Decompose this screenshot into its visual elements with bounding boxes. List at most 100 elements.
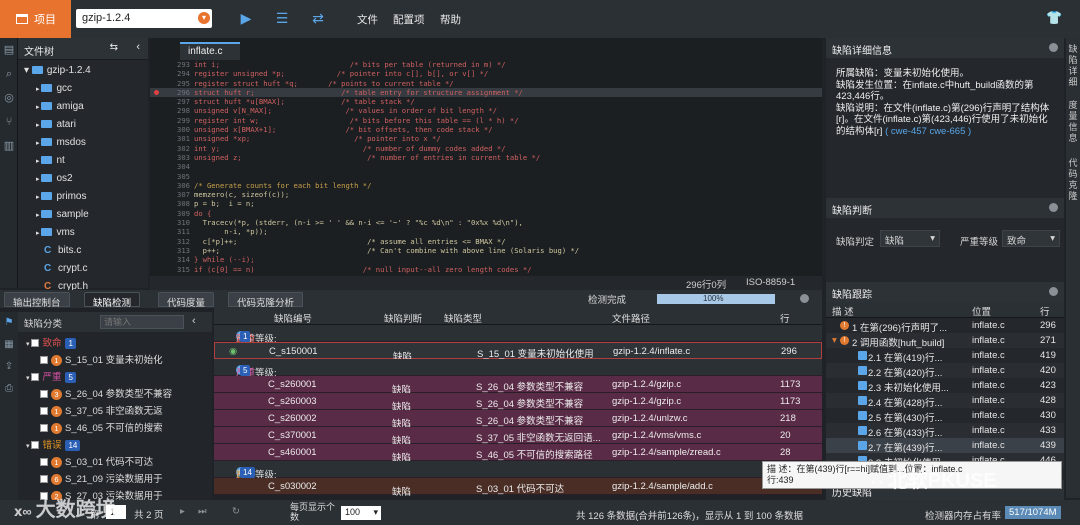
cwe-links[interactable]: ( cwe-457 cwe-665 ) (885, 126, 971, 137)
search-icon[interactable]: ⌕ (0, 62, 18, 86)
project-select[interactable]: gzip-1.2.4 ▾ (76, 9, 212, 28)
category-item[interactable]: 1 S_15_01 变量未初始化 (18, 352, 212, 369)
minimize-icon[interactable] (1049, 203, 1058, 212)
tree-item[interactable]: ▾ gzip-1.2.4 (18, 62, 148, 80)
run-icon[interactable]: ▶ (238, 10, 254, 26)
category-item[interactable]: 6 S_21_09 污染数据用于 (18, 471, 212, 488)
track-row[interactable]: ▾! 2 调用函数[huft_build] inflate.c 271 (826, 333, 1064, 349)
level-select[interactable]: 致命 ▾ (1002, 230, 1060, 247)
category-group[interactable]: ▾ 错误 14 (18, 437, 212, 454)
table-row[interactable]: C_s030002 缺陷 ⌄ S_03_01 代码不可达 gzip-1.2.4/sam… (214, 478, 822, 498)
track-row[interactable]: 2.1 在第(419)行... inflate.c 419 (826, 348, 1064, 364)
compare-icon[interactable]: ⇄ (310, 10, 326, 26)
track-row[interactable]: 2.7 在第(439)行... inflate.c 439 (826, 438, 1064, 454)
category-side-icons: ⚑ ▦ ⇪ ⎙ (0, 312, 18, 500)
tree-item[interactable]: ▸ msdos (18, 134, 148, 152)
checkbox[interactable] (40, 475, 48, 484)
print-icon[interactable]: ⎙ (0, 378, 18, 400)
track-row[interactable]: 2.2 在第(420)行... inflate.c 420 (826, 363, 1064, 379)
chevron-left-icon[interactable]: ‹ (136, 41, 140, 53)
track-row[interactable]: 2.4 在第(428)行... inflate.c 428 (826, 393, 1064, 409)
checkbox[interactable] (40, 424, 48, 433)
track-row[interactable]: 2.5 在第(430)行... inflate.c 430 (826, 408, 1064, 424)
export-icon[interactable]: ⇪ (0, 356, 18, 378)
table-row[interactable]: C_s260001 缺陷 ⌄ S_26_04 参数类型不兼容 gzip-1.2.4/g… (214, 376, 822, 396)
checkbox[interactable] (31, 339, 40, 348)
track-row[interactable]: 2.6 在第(433)行... inflate.c 433 (826, 423, 1064, 439)
minimize-icon[interactable] (1049, 287, 1058, 296)
col-path[interactable]: 文件路径 (612, 311, 650, 325)
alert-icon: ! (840, 321, 849, 330)
next-page-icon[interactable]: ▸ (180, 506, 185, 517)
tree-item[interactable]: ▸ nt (18, 152, 148, 170)
branch-icon[interactable]: ⑂ (0, 110, 18, 134)
table-row[interactable]: C_s460001 缺陷 ⌄ S_46_05 不可信的搜索路径 gzip-1.2.4/… (214, 444, 822, 464)
tree-item[interactable]: ▸ os2 (18, 170, 148, 188)
category-item[interactable]: 3 S_26_04 参数类型不兼容 (18, 386, 212, 403)
table-row[interactable]: C_s260003 缺陷 ⌄ S_26_04 参数类型不兼容 gzip-1.2.4/g… (214, 393, 822, 413)
refresh-icon[interactable]: ↻ (232, 506, 240, 517)
checkbox[interactable] (31, 441, 40, 450)
judge-select[interactable]: 缺陷 ▾ (880, 230, 940, 247)
tab-clone[interactable]: 代码克隆分析 (228, 292, 304, 309)
table-row[interactable]: C_s260002 缺陷 ⌄ S_26_04 参数类型不兼容 gzip-1.2.4/u… (214, 410, 822, 430)
tab-inflate-c[interactable]: inflate.c (180, 42, 240, 60)
defect-icon[interactable]: ⚑ (0, 312, 18, 334)
tree-item[interactable]: ▸ sample (18, 206, 148, 224)
col-judge[interactable]: 缺陷判断 (384, 311, 422, 325)
minimize-icon[interactable] (800, 294, 809, 303)
collapse-all-icon[interactable]: ⇆ (110, 42, 118, 53)
target-icon[interactable]: ◎ (0, 86, 18, 110)
menu-file[interactable]: 文件 (357, 12, 378, 27)
last-page-icon[interactable]: ⏭ (198, 506, 207, 517)
track-row[interactable]: 2.3 未初始化使用... inflate.c 423 (826, 378, 1064, 394)
severity-group-row[interactable]: ▾严重等级: 错误14 (214, 461, 822, 481)
code-area[interactable]: 293 int i; /* bits per table (returned in… (150, 60, 822, 288)
watermark-left-text: 大数跨境 (35, 499, 116, 521)
side-tab-metric[interactable]: 度量信息 (1066, 100, 1080, 150)
breakpoint-icon[interactable] (154, 89, 159, 95)
side-tab-detail[interactable]: 缺陷详细 (1066, 44, 1080, 94)
severity-group-row[interactable]: ▾严重等级: 致命1 (214, 325, 822, 345)
shirt-icon[interactable]: 👕 (1046, 10, 1062, 26)
severity-group-row[interactable]: ▾严重等级: 严重5 (214, 359, 822, 379)
per-page-select[interactable]: 100 ▾ (341, 506, 381, 520)
list-icon[interactable]: ☰ (274, 10, 290, 26)
chart-icon[interactable]: ▥ (0, 134, 18, 158)
tree-item[interactable]: ▸ atari (18, 116, 148, 134)
menu-config[interactable]: 配置项 (393, 12, 425, 27)
tree-item[interactable]: Ccrypt.c (18, 260, 148, 278)
checkbox[interactable] (31, 373, 40, 382)
tree-item[interactable]: Cbits.c (18, 242, 148, 260)
col-id[interactable]: 缺陷编号 (274, 311, 312, 325)
track-row[interactable]: ! 1 在第(296)行声明了... inflate.c 296 (826, 318, 1064, 334)
category-item[interactable]: 1 S_46_05 不可信的搜索 (18, 420, 212, 437)
col-line[interactable]: 行 (780, 311, 790, 325)
project-menu[interactable]: 项目 (0, 0, 71, 38)
category-item[interactable]: 1 S_37_05 非空函数无返 (18, 403, 212, 420)
tree-item[interactable]: ▸ gcc (18, 80, 148, 98)
tab-metric[interactable]: 代码度量 (158, 292, 215, 309)
tree-item[interactable]: ▸ vms (18, 224, 148, 242)
files-icon[interactable]: ▤ (0, 38, 18, 62)
tab-console[interactable]: 输出控制台 (4, 292, 70, 309)
minimize-icon[interactable] (1049, 43, 1058, 52)
checkbox[interactable] (40, 390, 48, 399)
category-group[interactable]: ▾ 严重 5 (18, 369, 212, 386)
checkbox[interactable] (40, 356, 48, 365)
table-row[interactable]: ◉ C_s150001 缺陷 ⌄ S_15_01 变量未初始化使用 gzip-1.2.4… (214, 342, 822, 363)
tab-defect-detect[interactable]: 缺陷检测 (84, 292, 141, 309)
checkbox[interactable] (40, 458, 48, 467)
chevron-left-icon[interactable]: ‹ (192, 315, 196, 327)
category-item[interactable]: 1 S_03_01 代码不可达 (18, 454, 212, 471)
category-group[interactable]: ▾ 致命 1 (18, 335, 212, 352)
category-search-input[interactable] (100, 315, 184, 329)
menu-help[interactable]: 帮助 (440, 12, 461, 27)
side-tab-clone[interactable]: 代码克隆 (1066, 158, 1080, 218)
col-type[interactable]: 缺陷类型 (444, 311, 482, 325)
tree-item[interactable]: ▸ amiga (18, 98, 148, 116)
checkbox[interactable] (40, 407, 48, 416)
tree-item[interactable]: ▸ primos (18, 188, 148, 206)
report-icon[interactable]: ▦ (0, 334, 18, 356)
table-row[interactable]: C_s370001 缺陷 ⌄ S_37_05 非空函数无返回语... gzip-1.2… (214, 427, 822, 447)
